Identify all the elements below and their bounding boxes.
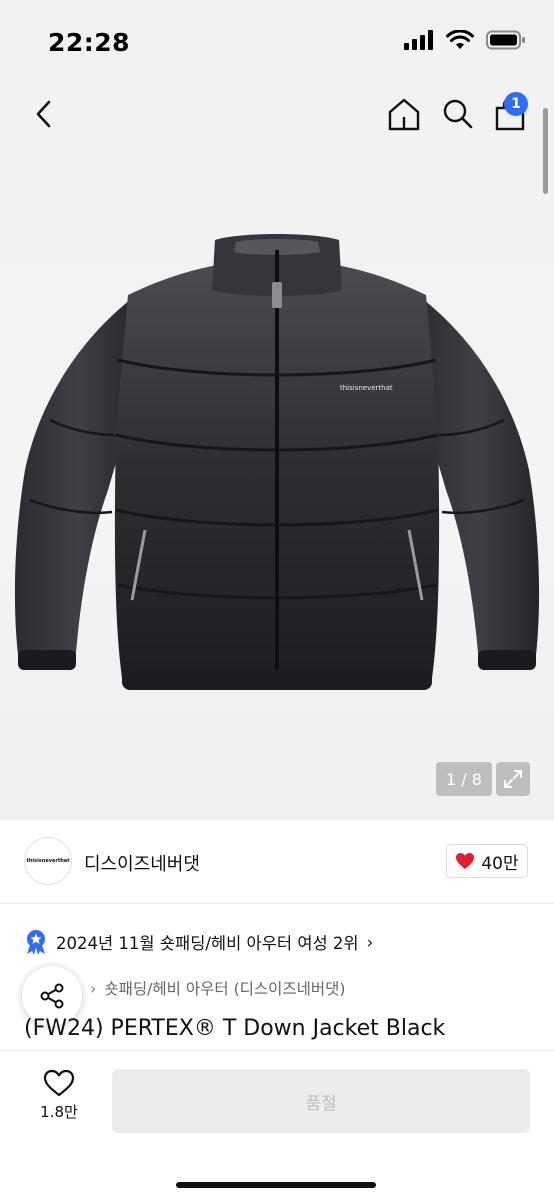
wifi-icon — [446, 30, 474, 49]
status-time: 22:28 — [48, 28, 131, 57]
product-gallery[interactable]: 22:28 1 thisisneverthat 1 / 8 — [0, 0, 554, 820]
cellular-signal-icon — [404, 30, 433, 50]
product-photo-down-jacket: thisisneverthat — [14, 234, 540, 690]
chevron-left-icon — [36, 100, 51, 128]
wishlist-button[interactable]: 1.8만 — [30, 1069, 88, 1133]
expand-image-button[interactable] — [496, 762, 530, 796]
ranking-medal-icon — [27, 930, 45, 955]
brand-like-count: 40만 — [481, 853, 519, 874]
ranking-text: 2024년 11월 숏패딩/헤비 아우터 여성 2위 — [56, 934, 359, 953]
product-title: (FW24) PERTEX® T Down Jacket Black — [24, 1016, 446, 1041]
category-text: 숏패딩/헤비 아우터 (디스이즈네버댓) — [104, 980, 346, 998]
home-indicator — [176, 1182, 376, 1188]
bottom-action-bar: 1.8만 품절 — [0, 1050, 554, 1200]
chevron-right-icon: › — [90, 978, 97, 998]
wishlist-count: 1.8만 — [40, 1103, 78, 1121]
ranking-link[interactable]: 2024년 11월 숏패딩/헤비 아우터 여성 2위 › — [24, 926, 373, 958]
brand-logo[interactable]: thisisneverthat — [24, 837, 72, 885]
brand-name[interactable]: 디스이즈네버댓 — [84, 850, 200, 876]
brand-row: thisisneverthat 디스이즈네버댓 40만 — [0, 820, 554, 904]
home-icon — [388, 98, 420, 131]
scrollbar[interactable] — [543, 108, 548, 194]
cart-count-badge: 1 — [504, 92, 528, 116]
back-button[interactable] — [26, 94, 62, 134]
search-icon — [443, 99, 473, 129]
battery-icon — [486, 30, 525, 50]
expand-icon — [504, 770, 522, 788]
jacket-logo-text: thisisneverthat — [340, 384, 393, 392]
image-page-counter: 1 / 8 — [436, 762, 492, 796]
share-icon — [40, 983, 64, 1009]
top-navigation — [0, 88, 554, 138]
chevron-right-icon: › — [366, 932, 374, 952]
search-button[interactable] — [438, 94, 478, 134]
brand-like-button[interactable]: 40만 — [446, 844, 528, 878]
status-bar: 22:28 — [0, 0, 554, 88]
home-button[interactable] — [384, 94, 424, 134]
status-icons — [404, 30, 526, 50]
heart-filled-icon — [456, 853, 475, 869]
heart-outline-icon — [43, 1069, 75, 1097]
sold-out-button[interactable]: 품절 — [112, 1069, 530, 1133]
